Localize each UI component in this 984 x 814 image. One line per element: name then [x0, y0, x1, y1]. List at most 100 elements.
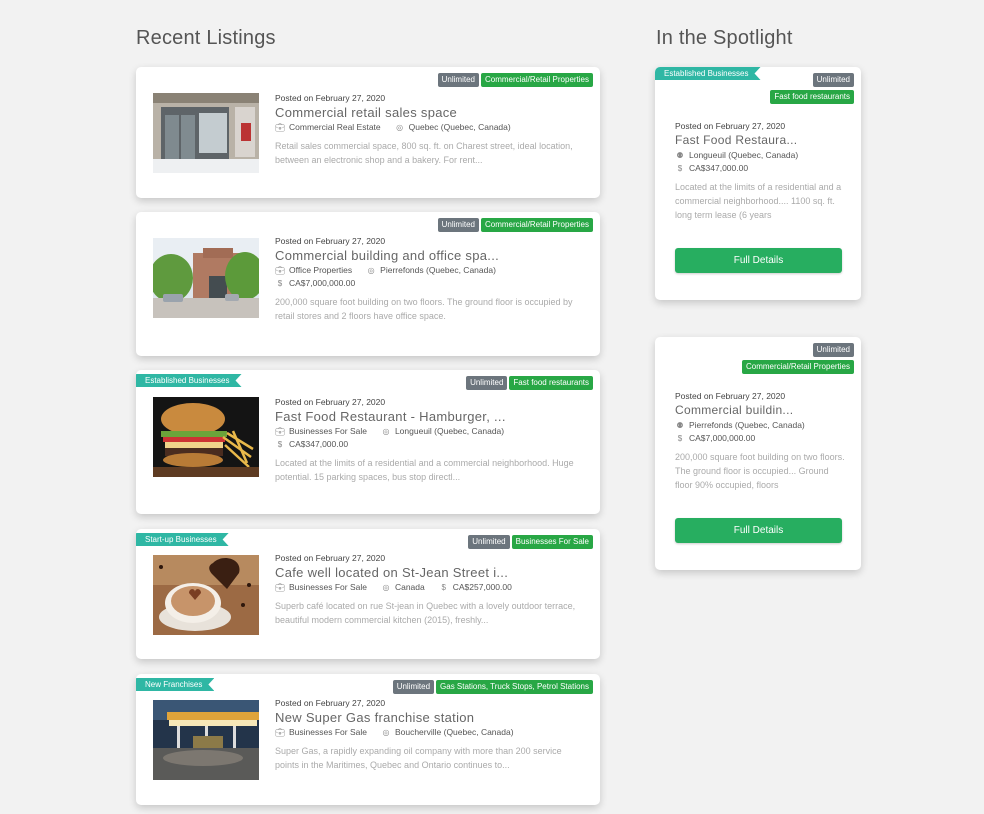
globe-icon: ◎: [367, 266, 375, 275]
listing-card[interactable]: Unlimited Commercial/Retail Properties P…: [136, 212, 600, 356]
briefcase-icon: 💼︎: [275, 266, 286, 275]
spotlight-location: Pierrefonds (Quebec, Canada): [689, 420, 805, 430]
listing-location: Canada: [394, 582, 425, 592]
badge-group: Unlimited Commercial/Retail Properties: [741, 343, 854, 374]
posted-date: Posted on February 27, 2020: [275, 93, 386, 103]
listing-category: Commercial Real Estate: [289, 122, 381, 132]
category-ribbon: Established Businesses: [136, 374, 242, 387]
spotlight-price: CA$7,000,000.00: [689, 433, 756, 443]
globe-icon: ◎: [382, 583, 390, 592]
listing-card[interactable]: Unlimited Commercial/Retail Properties P…: [136, 67, 600, 198]
listing-title[interactable]: New Super Gas franchise station: [275, 709, 586, 726]
briefcase-icon: 💼︎: [275, 583, 286, 592]
listing-category: Office Properties: [289, 265, 353, 275]
spotlight-description: Located at the limits of a residential a…: [675, 182, 842, 220]
badge-group: Unlimited Commercial/Retail Properties: [437, 218, 593, 232]
listing-info: Posted on February 27, 2020 Commercial r…: [275, 93, 586, 169]
listing-info: Posted on February 27, 2020 New Super Ga…: [275, 698, 586, 774]
listing-thumbnail[interactable]: [153, 238, 259, 318]
gas-station-image: [153, 700, 259, 780]
listing-category: Businesses For Sale: [289, 727, 367, 737]
briefcase-icon: 💼︎: [275, 728, 286, 737]
plan-badge: Unlimited: [468, 535, 510, 549]
category-badge[interactable]: Fast food restaurants: [770, 90, 854, 104]
listing-title[interactable]: Cafe well located on St-Jean Street i...: [275, 564, 586, 581]
spotlight-price-row: $ CA$7,000,000.00: [675, 432, 847, 445]
listing-category: Businesses For Sale: [289, 582, 367, 592]
listing-price: CA$347,000.00: [289, 439, 349, 449]
listing-price-row: $ CA$7,000,000.00: [275, 277, 586, 290]
listing-card[interactable]: Start-up Businesses Unlimited Businesses…: [136, 529, 600, 659]
listing-info: Posted on February 27, 2020 Cafe well lo…: [275, 553, 586, 629]
listing-info: Posted on February 27, 2020 Fast Food Re…: [275, 397, 586, 486]
posted-date: Posted on February 27, 2020: [275, 698, 386, 708]
plan-badge: Unlimited: [437, 218, 479, 232]
office-building-image: [153, 238, 259, 318]
spotlight-card[interactable]: Established Businesses Unlimited Fast fo…: [655, 67, 861, 300]
map-pin-icon: ⚉: [676, 421, 684, 430]
spotlight-heading: In the Spotlight: [656, 27, 793, 49]
badge-group: Unlimited Fast food restaurants: [466, 376, 593, 390]
badge-group: Unlimited Commercial/Retail Properties: [437, 73, 593, 87]
listing-thumbnail[interactable]: [153, 93, 259, 173]
category-badge[interactable]: Businesses For Sale: [511, 535, 593, 549]
spotlight-title[interactable]: Fast Food Restaura...: [675, 132, 847, 149]
posted-date: Posted on February 27, 2020: [275, 553, 386, 563]
listing-info: Posted on February 27, 2020 Commercial b…: [275, 236, 586, 325]
listing-meta: 💼︎ Office Properties ◎ Pierrefonds (Queb…: [275, 264, 586, 277]
posted-date: Posted on February 27, 2020: [675, 391, 786, 401]
spotlight-price: CA$347,000.00: [689, 163, 749, 173]
hamburger-image: [153, 397, 259, 477]
page: Recent Listings In the Spotlight Unlimit…: [0, 0, 984, 814]
category-ribbon: New Franchises: [136, 678, 214, 691]
spotlight-title[interactable]: Commercial buildin...: [675, 402, 847, 419]
plan-badge: Unlimited: [392, 680, 435, 694]
category-badge[interactable]: Commercial/Retail Properties: [480, 73, 593, 87]
listing-card[interactable]: New Franchises Unlimited Gas Stations, T…: [136, 674, 600, 805]
plan-badge: Unlimited: [437, 73, 479, 87]
listing-meta: 💼︎ Businesses For Sale ◎ Longueuil (Queb…: [275, 425, 586, 438]
posted-date: Posted on February 27, 2020: [675, 121, 786, 131]
listing-title[interactable]: Fast Food Restaurant - Hamburger, ...: [275, 408, 586, 425]
listing-description: Superb café located on rue St-jean in Qu…: [275, 601, 576, 625]
listing-thumbnail[interactable]: [153, 700, 259, 780]
listing-title[interactable]: Commercial building and office spa...: [275, 247, 586, 264]
listing-description: Super Gas, a rapidly expanding oil compa…: [275, 746, 562, 770]
listing-location: Pierrefonds (Quebec, Canada): [380, 265, 496, 275]
listing-title[interactable]: Commercial retail sales space: [275, 104, 586, 121]
category-badge[interactable]: Commercial/Retail Properties: [741, 360, 854, 374]
category-badge[interactable]: Commercial/Retail Properties: [480, 218, 593, 232]
full-details-button[interactable]: Full Details: [675, 248, 842, 273]
listing-category: Businesses For Sale: [289, 426, 367, 436]
storefront-image: [153, 93, 259, 173]
listing-card[interactable]: Established Businesses Unlimited Fast fo…: [136, 370, 600, 514]
dollar-icon: $: [277, 279, 283, 288]
globe-icon: ◎: [382, 728, 390, 737]
posted-date: Posted on February 27, 2020: [275, 236, 386, 246]
listing-price: CA$257,000.00: [452, 582, 512, 592]
listing-location: Boucherville (Quebec, Canada): [394, 727, 514, 737]
category-badge[interactable]: Fast food restaurants: [509, 376, 593, 390]
briefcase-icon: 💼︎: [275, 427, 286, 436]
spotlight-location-row: ⚉ Pierrefonds (Quebec, Canada): [675, 419, 847, 432]
listing-thumbnail[interactable]: [153, 555, 259, 635]
briefcase-icon: 💼︎: [275, 123, 286, 132]
listing-description: 200,000 square foot building on two floo…: [275, 297, 573, 321]
full-details-button[interactable]: Full Details: [675, 518, 842, 543]
dollar-icon: $: [677, 434, 683, 443]
globe-icon: ◎: [382, 427, 390, 436]
plan-badge: Unlimited: [812, 343, 854, 357]
spotlight-price-row: $ CA$347,000.00: [675, 162, 847, 175]
spotlight-card[interactable]: Unlimited Commercial/Retail Properties P…: [655, 337, 861, 570]
listing-location: Quebec (Quebec, Canada): [408, 122, 511, 132]
coffee-image: [153, 555, 259, 635]
listing-thumbnail[interactable]: [153, 397, 259, 477]
category-badge[interactable]: Gas Stations, Truck Stops, Petrol Statio…: [436, 680, 593, 694]
badge-group: Unlimited Gas Stations, Truck Stops, Pet…: [392, 680, 593, 694]
plan-badge: Unlimited: [466, 376, 508, 390]
globe-icon: ◎: [396, 123, 404, 132]
spotlight-location: Longueuil (Quebec, Canada): [689, 150, 799, 160]
listing-description: Retail sales commercial space, 800 sq. f…: [275, 141, 573, 165]
badge-group: Unlimited Businesses For Sale: [468, 535, 593, 549]
spotlight-info: Posted on February 27, 2020 Fast Food Re…: [675, 121, 847, 220]
